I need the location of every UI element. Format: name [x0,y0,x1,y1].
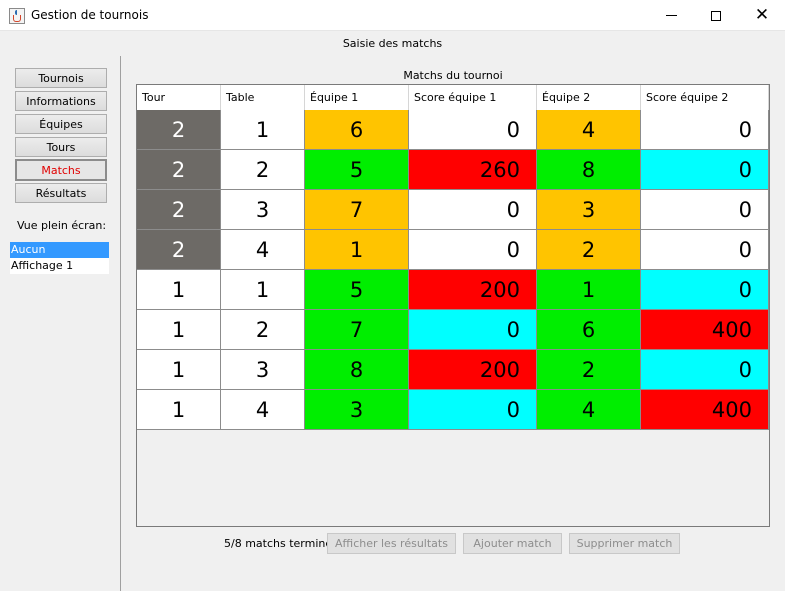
cell-score2[interactable]: 0 [641,190,769,230]
cell-team1[interactable]: 7 [305,310,409,350]
nav-button-equipes[interactable]: Équipes [15,114,107,134]
cell-team2[interactable]: 2 [537,230,641,270]
close-button[interactable]: ✕ [739,0,785,31]
cell-score1[interactable]: 0 [409,230,537,270]
cell-score2[interactable]: 0 [641,270,769,310]
column-header-equipe-2[interactable]: Équipe 2 [537,85,641,110]
fullscreen-option-affichage-1[interactable]: Affichage 1 [10,258,109,274]
sidebar: Tournois Informations Équipes Tours Matc… [0,56,121,591]
cell-table[interactable]: 2 [221,310,305,350]
column-header-equipe-1[interactable]: Équipe 1 [305,85,409,110]
table-row[interactable]: 237030 [137,190,769,230]
nav-button-informations[interactable]: Informations [15,91,107,111]
cell-team2[interactable]: 4 [537,390,641,430]
table-row[interactable]: 1 2 7 0 6 400 [137,310,769,350]
nav-button-matchs[interactable]: Matchs [15,159,107,181]
maximize-icon [711,10,721,21]
column-header-score-equipe-2[interactable]: Score équipe 2 [641,85,769,110]
cell-team2[interactable]: 3 [537,190,641,230]
matches-status: 5/8 matchs terminés [224,537,338,550]
matches-table-caption: Matchs du tournoi [403,69,503,82]
cell-tour[interactable]: 2 [137,230,221,270]
cell-tour[interactable]: 1 [137,310,221,350]
cell-team1[interactable]: 1 [305,230,409,270]
table-row[interactable]: 216040 [137,110,769,150]
nav-button-tournois[interactable]: Tournois [15,68,107,88]
delete-match-button[interactable]: Supprimer match [569,533,680,554]
column-header-table[interactable]: Table [221,85,305,110]
cell-score2[interactable]: 0 [641,110,769,150]
column-header-tour[interactable]: Tour [137,85,221,110]
minimize-icon [665,15,677,16]
minimize-button[interactable] [648,0,694,31]
add-match-button[interactable]: Ajouter match [463,533,562,554]
table-row[interactable]: 1 4 3 0 4 400 [137,390,769,430]
cell-team2[interactable]: 4 [537,110,641,150]
cell-team1[interactable]: 7 [305,190,409,230]
fullscreen-option-aucun[interactable]: Aucun [10,242,109,258]
close-icon: ✕ [754,5,770,25]
cell-team1[interactable]: 5 [305,270,409,310]
cell-score2[interactable]: 400 [641,390,769,430]
table-row[interactable]: 241020 [137,230,769,270]
java-cup-icon [9,8,25,24]
cell-tour[interactable]: 2 [137,150,221,190]
maximize-button[interactable] [693,0,739,31]
window-client-area: Saisie des matchs Tournois Informations … [0,31,785,591]
cell-team2[interactable]: 8 [537,150,641,190]
cell-score2[interactable]: 0 [641,350,769,390]
cell-score1[interactable]: 200 [409,350,537,390]
cell-score2[interactable]: 400 [641,310,769,350]
cell-table[interactable]: 2 [221,150,305,190]
cell-team2[interactable]: 6 [537,310,641,350]
column-header-score-equipe-1[interactable]: Score équipe 1 [409,85,537,110]
cell-team2[interactable]: 2 [537,350,641,390]
cell-team1[interactable]: 6 [305,110,409,150]
cell-score1[interactable]: 0 [409,110,537,150]
cell-team2[interactable]: 1 [537,270,641,310]
table-row[interactable]: 2 2 5 260 8 0 [137,150,769,190]
cell-score2[interactable]: 0 [641,230,769,270]
cell-tour[interactable]: 2 [137,110,221,150]
cell-table[interactable]: 4 [221,390,305,430]
cell-tour[interactable]: 1 [137,390,221,430]
fullscreen-list: Aucun Affichage 1 [10,242,109,274]
cell-table[interactable]: 4 [221,230,305,270]
cell-score1[interactable]: 0 [409,310,537,350]
cell-table[interactable]: 3 [221,190,305,230]
title-bar: Gestion de tournois ✕ [0,0,785,31]
cell-score1[interactable]: 200 [409,270,537,310]
cell-score1[interactable]: 260 [409,150,537,190]
cell-table[interactable]: 1 [221,270,305,310]
cell-score2[interactable]: 0 [641,150,769,190]
fullscreen-label: Vue plein écran: [17,219,107,232]
cell-team1[interactable]: 5 [305,150,409,190]
table-row[interactable]: 1 3 8 200 2 0 [137,350,769,390]
cell-table[interactable]: 3 [221,350,305,390]
cell-team1[interactable]: 3 [305,390,409,430]
matches-table[interactable]: Tour Table Équipe 1 Score équipe 1 Équip… [136,84,770,527]
cell-score1[interactable]: 0 [409,190,537,230]
show-results-button[interactable]: Afficher les résultats [327,533,456,554]
table-header: Tour Table Équipe 1 Score équipe 1 Équip… [137,85,769,110]
cell-tour[interactable]: 1 [137,350,221,390]
table-row[interactable]: 1 1 5 200 1 0 [137,270,769,310]
cell-table[interactable]: 1 [221,110,305,150]
cell-tour[interactable]: 1 [137,270,221,310]
panel-divider [120,56,121,591]
window-title: Gestion de tournois [31,8,149,22]
cell-tour[interactable]: 2 [137,190,221,230]
page-title: Saisie des matchs [342,37,443,50]
cell-team1[interactable]: 8 [305,350,409,390]
nav-button-tours[interactable]: Tours [15,137,107,157]
cell-score1[interactable]: 0 [409,390,537,430]
nav-button-resultats[interactable]: Résultats [15,183,107,203]
